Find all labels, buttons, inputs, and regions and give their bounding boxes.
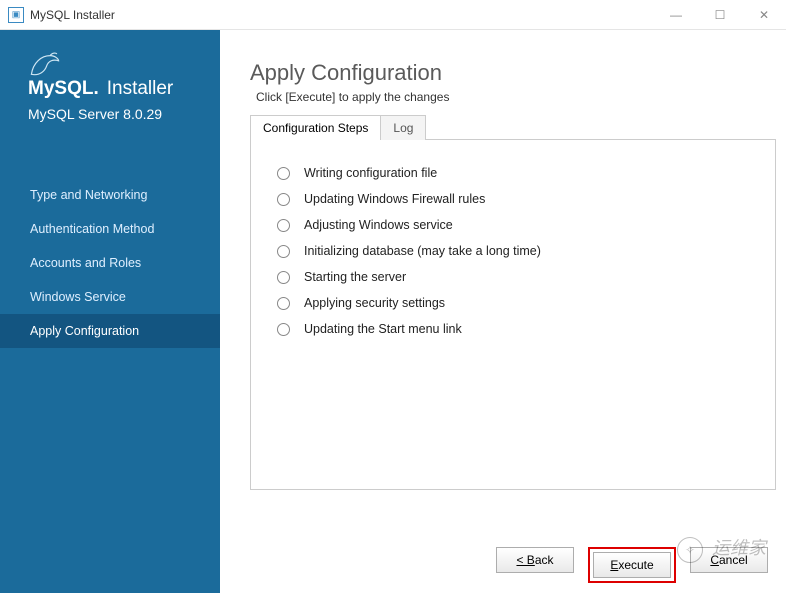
cancel-button[interactable]: Cancel <box>690 547 768 573</box>
step-row: Updating Windows Firewall rules <box>267 186 763 212</box>
main-panel: Apply Configuration Click [Execute] to a… <box>220 30 786 593</box>
sidebar-item-type-networking[interactable]: Type and Networking <box>0 178 220 212</box>
tab-log[interactable]: Log <box>381 115 426 140</box>
step-status-icon <box>277 271 290 284</box>
app-icon: ▣ <box>8 7 24 23</box>
cancel-button-label: Cancel <box>710 553 747 567</box>
page-subtitle: Click [Execute] to apply the changes <box>256 90 776 104</box>
step-label: Applying security settings <box>304 296 445 310</box>
step-row: Adjusting Windows service <box>267 212 763 238</box>
logo-area: MySQL. Installer MySQL Server 8.0.29 <box>0 40 220 138</box>
steps-panel: Writing configuration file Updating Wind… <box>250 140 776 490</box>
execute-button-label: Execute <box>610 558 653 572</box>
tabs: Configuration Steps Log <box>250 114 776 140</box>
maximize-button[interactable]: ☐ <box>698 0 742 30</box>
sidebar-item-accounts-roles[interactable]: Accounts and Roles <box>0 246 220 280</box>
minimize-button[interactable]: — <box>654 0 698 30</box>
sidebar-item-windows-service[interactable]: Windows Service <box>0 280 220 314</box>
titlebar: ▣ MySQL Installer — ☐ ✕ <box>0 0 786 30</box>
brand-mysql: MySQL. <box>28 78 99 100</box>
brand-installer: Installer <box>107 78 174 100</box>
step-status-icon <box>277 193 290 206</box>
step-status-icon <box>277 167 290 180</box>
brand-title: MySQL. Installer <box>28 78 200 100</box>
window-controls: — ☐ ✕ <box>654 0 786 30</box>
step-status-icon <box>277 245 290 258</box>
step-row: Starting the server <box>267 264 763 290</box>
close-button[interactable]: ✕ <box>742 0 786 30</box>
step-label: Updating Windows Firewall rules <box>304 192 485 206</box>
execute-button[interactable]: Execute <box>593 552 671 578</box>
window-title: MySQL Installer <box>30 8 115 22</box>
step-row: Applying security settings <box>267 290 763 316</box>
step-status-icon <box>277 297 290 310</box>
brand-line <box>28 48 200 78</box>
back-button-label: < Back <box>516 553 553 567</box>
step-row: Initializing database (may take a long t… <box>267 238 763 264</box>
execute-highlight: Execute <box>588 547 676 583</box>
sidebar-item-auth-method[interactable]: Authentication Method <box>0 212 220 246</box>
step-label: Starting the server <box>304 270 406 284</box>
step-row: Updating the Start menu link <box>267 316 763 342</box>
sidebar-item-apply-config[interactable]: Apply Configuration <box>0 314 220 348</box>
step-status-icon <box>277 219 290 232</box>
back-button[interactable]: < Back <box>496 547 574 573</box>
step-row: Writing configuration file <box>267 160 763 186</box>
step-status-icon <box>277 323 290 336</box>
tab-config-steps[interactable]: Configuration Steps <box>250 115 381 140</box>
sidebar-nav: Type and Networking Authentication Metho… <box>0 178 220 348</box>
page-title: Apply Configuration <box>250 60 776 86</box>
step-label: Writing configuration file <box>304 166 437 180</box>
sidebar-subtitle: MySQL Server 8.0.29 <box>28 106 200 122</box>
footer-buttons: < Back Execute Cancel <box>496 547 768 583</box>
dolphin-icon <box>28 50 62 80</box>
step-label: Updating the Start menu link <box>304 322 462 336</box>
step-label: Initializing database (may take a long t… <box>304 244 541 258</box>
window-body: MySQL. Installer MySQL Server 8.0.29 Typ… <box>0 30 786 593</box>
sidebar: MySQL. Installer MySQL Server 8.0.29 Typ… <box>0 30 220 593</box>
step-label: Adjusting Windows service <box>304 218 453 232</box>
